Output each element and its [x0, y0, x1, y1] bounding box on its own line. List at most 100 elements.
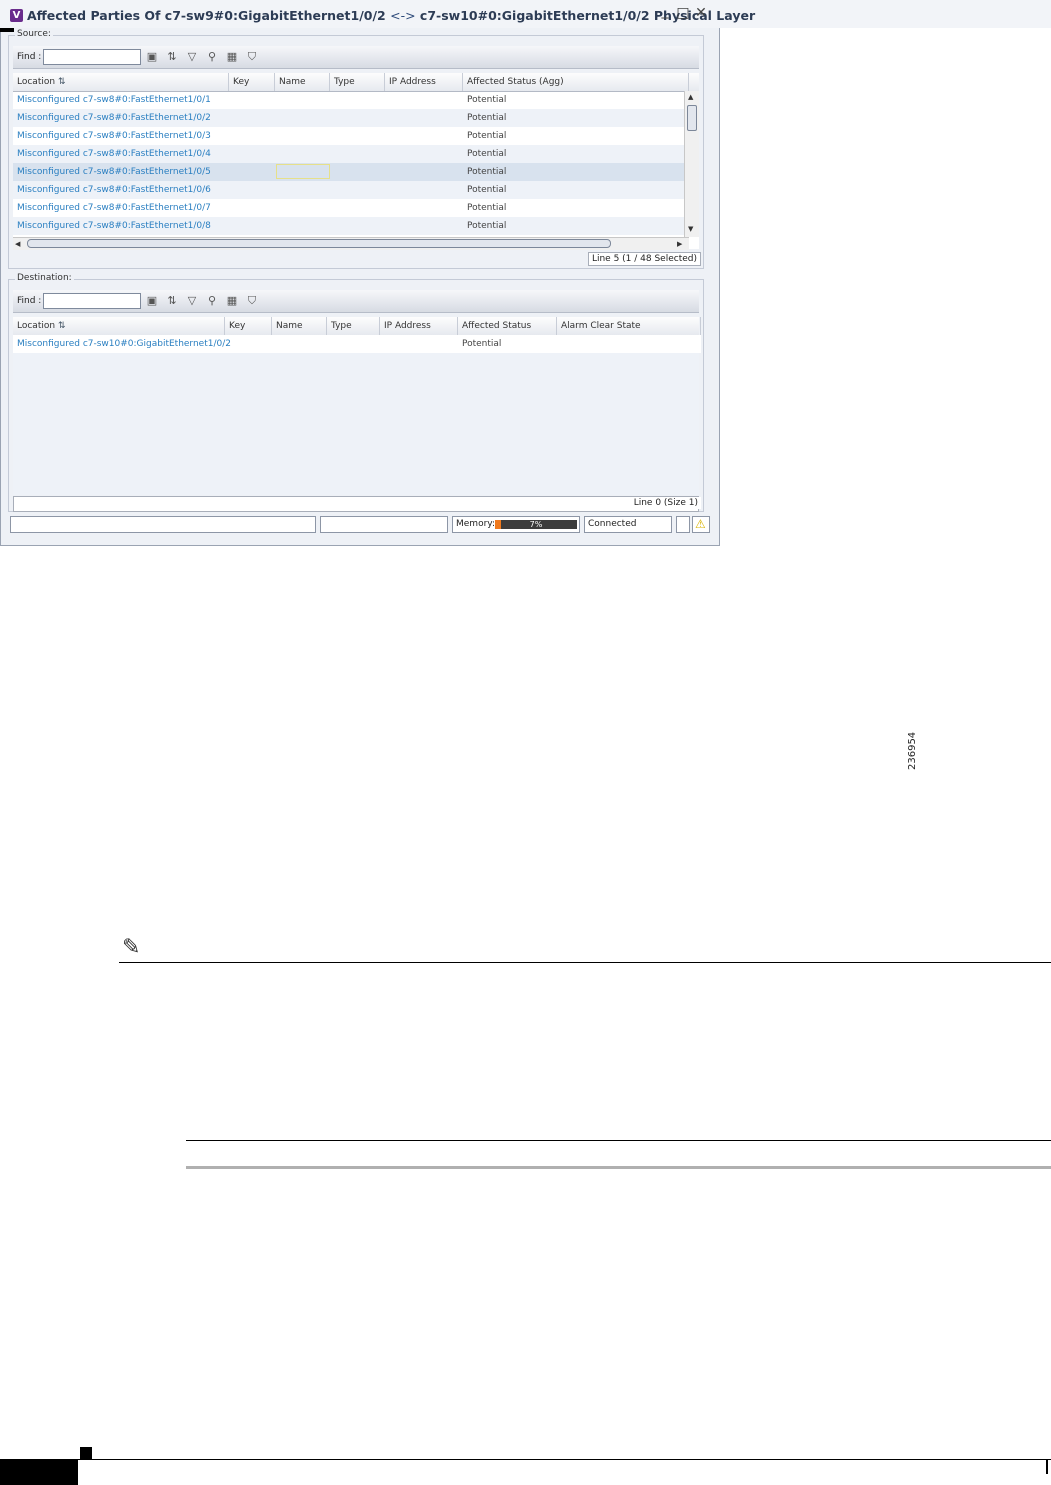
column-affected-status[interactable]: Affected Status	[458, 317, 557, 335]
row-location[interactable]: Misconfigured c7-sw8#0:FastEthernet1/0/8	[13, 217, 211, 235]
footer-rule	[0, 1459, 1051, 1460]
column-name-label: Name	[279, 77, 306, 87]
app-logo-icon: V	[10, 9, 23, 22]
connection-status: Connected	[584, 516, 672, 533]
column-affected-status[interactable]: Affected Status (Agg)	[463, 73, 689, 91]
column-key[interactable]: Key	[229, 73, 275, 91]
footer-right-tick	[1046, 1460, 1048, 1474]
column-name[interactable]: Name	[275, 73, 330, 91]
table-row[interactable]: Misconfigured c7-sw8#0:FastEthernet1/0/6…	[13, 181, 689, 199]
column-type-label: Type	[334, 77, 355, 87]
row-location[interactable]: Misconfigured c7-sw8#0:FastEthernet1/0/7	[13, 199, 211, 217]
column-location-label: Location	[17, 321, 56, 331]
source-toolbar: Find : ▣ ⇅ ▽ ⚲ ▦ ⛉	[13, 46, 699, 69]
figure-id: 236954	[907, 731, 918, 770]
column-location[interactable]: Location ⇅	[13, 317, 225, 335]
advanced-filter-icon[interactable]: ⚲	[205, 294, 219, 308]
row-location[interactable]: Misconfigured c7-sw8#0:FastEthernet1/0/4	[13, 145, 211, 163]
window-title-arrow: <->	[390, 8, 416, 23]
table-row[interactable]: Misconfigured c7-sw8#0:FastEthernet1/0/7…	[13, 199, 689, 217]
source-horizontal-scrollbar[interactable]: ◀ ▶	[13, 237, 689, 250]
table-row[interactable]: Misconfigured c7-sw8#0:FastEthernet1/0/1…	[13, 91, 689, 109]
column-ip-address-label: IP Address	[389, 77, 436, 87]
warning-indicator[interactable]: ⚠	[692, 516, 710, 533]
destination-find-label: Find :	[17, 296, 42, 306]
scroll-down-icon[interactable]: ▼	[688, 225, 693, 233]
row-location[interactable]: Misconfigured c7-sw8#0:FastEthernet1/0/6	[13, 181, 211, 199]
export-icon[interactable]: ⛉	[245, 294, 259, 308]
column-key[interactable]: Key	[225, 317, 272, 335]
row-status: Potential	[462, 339, 502, 349]
affected-parties-window: V Affected Parties Of c7-sw9#0:GigabitEt…	[0, 0, 1051, 546]
note-top-rule	[119, 962, 1051, 963]
column-ip-address[interactable]: IP Address	[380, 317, 458, 335]
row-status: Potential	[467, 95, 507, 105]
table-icon[interactable]: ▦	[225, 50, 239, 64]
row-status: Potential	[467, 203, 507, 213]
source-table: Location ⇅ Key Name Type IP Address Affe…	[13, 73, 699, 250]
sort-asc-icon: ⇅	[57, 77, 66, 87]
row-status: Potential	[467, 149, 507, 159]
destination-group: Destination: Find : ▣ ⇅ ▽ ⚲ ▦ ⛉ Location…	[8, 273, 704, 512]
source-vertical-scrollbar[interactable]: ▲ ▼	[684, 91, 699, 237]
column-type[interactable]: Type	[330, 73, 385, 91]
row-status: Potential	[467, 185, 507, 195]
destination-group-label: Destination:	[15, 273, 74, 283]
row-location[interactable]: Misconfigured c7-sw8#0:FastEthernet1/0/5	[13, 163, 211, 181]
column-name[interactable]: Name	[272, 317, 327, 335]
save-icon[interactable]: ▣	[145, 50, 159, 64]
window-title-source: Affected Parties Of c7-sw9#0:GigabitEthe…	[27, 8, 386, 23]
destination-info-bar	[13, 496, 699, 512]
column-ip-address-label: IP Address	[384, 321, 431, 331]
scroll-up-icon[interactable]: ▲	[688, 93, 693, 101]
status-message-field	[10, 516, 316, 533]
column-type[interactable]: Type	[327, 317, 380, 335]
source-line-info: Line 5 (1 / 48 Selected)	[587, 252, 701, 266]
footer-marker	[80, 1447, 92, 1459]
advanced-filter-icon[interactable]: ⚲	[205, 50, 219, 64]
column-name-label: Name	[276, 321, 303, 331]
scroll-right-icon[interactable]: ▶	[677, 240, 682, 248]
column-affected-status-label: Affected Status (Agg)	[467, 77, 564, 87]
note-pencil-icon: ✎	[122, 935, 141, 960]
sort-icon[interactable]: ⇅	[165, 294, 179, 308]
maximize-button[interactable]: □	[676, 6, 690, 20]
row-status: Potential	[467, 113, 507, 123]
sort-icon[interactable]: ⇅	[165, 50, 179, 64]
save-icon[interactable]: ▣	[145, 294, 159, 308]
row-location[interactable]: Misconfigured c7-sw10#0:GigabitEthernet1…	[13, 335, 231, 353]
destination-table: Location ⇅ Key Name Type IP Address Affe…	[13, 317, 701, 495]
table-row[interactable]: Misconfigured c7-sw8#0:FastEthernet1/0/2…	[13, 109, 689, 127]
row-location[interactable]: Misconfigured c7-sw8#0:FastEthernet1/0/1	[13, 91, 211, 109]
scroll-thumb[interactable]	[687, 105, 697, 131]
row-status: Potential	[467, 131, 507, 141]
table-row[interactable]: Misconfigured c7-sw8#0:FastEthernet1/0/4…	[13, 145, 689, 163]
memory-bar: 7%	[495, 520, 577, 529]
column-location-label: Location	[17, 77, 56, 87]
close-button[interactable]: ✕	[694, 6, 708, 20]
row-location[interactable]: Misconfigured c7-sw8#0:FastEthernet1/0/3	[13, 127, 211, 145]
destination-toolbar: Find : ▣ ⇅ ▽ ⚲ ▦ ⛉	[13, 290, 699, 313]
column-alarm-clear-state[interactable]: Alarm Clear State	[557, 317, 701, 335]
table-row[interactable]: Misconfigured c7-sw8#0:FastEthernet1/0/3…	[13, 127, 689, 145]
column-ip-address[interactable]: IP Address	[385, 73, 463, 91]
table-icon[interactable]: ▦	[225, 294, 239, 308]
warning-icon: ⚠	[695, 517, 706, 531]
source-group: Source: Find : ▣ ⇅ ▽ ⚲ ▦ ⛉ Location ⇅ Ke…	[8, 29, 704, 269]
table-row[interactable]: Misconfigured c7-sw10#0:GigabitEthernet1…	[13, 335, 701, 353]
window-title: Affected Parties Of c7-sw9#0:GigabitEthe…	[27, 8, 755, 23]
minimize-button[interactable]: _	[658, 4, 672, 18]
source-find-input[interactable]	[43, 49, 141, 65]
column-location[interactable]: Location ⇅	[13, 73, 229, 91]
row-location[interactable]: Misconfigured c7-sw8#0:FastEthernet1/0/2	[13, 109, 211, 127]
scroll-left-icon[interactable]: ◀	[15, 240, 20, 248]
table-row-selected[interactable]: Misconfigured c7-sw8#0:FastEthernet1/0/5…	[13, 163, 689, 181]
scroll-thumb[interactable]	[27, 239, 611, 248]
column-affected-status-label: Affected Status	[462, 321, 532, 331]
section-end-rule	[186, 1166, 1051, 1169]
destination-find-input[interactable]	[43, 293, 141, 309]
table-row[interactable]: Misconfigured c7-sw8#0:FastEthernet1/0/8…	[13, 217, 689, 235]
export-icon[interactable]: ⛉	[245, 50, 259, 64]
filter-icon[interactable]: ▽	[185, 50, 199, 64]
filter-icon[interactable]: ▽	[185, 294, 199, 308]
